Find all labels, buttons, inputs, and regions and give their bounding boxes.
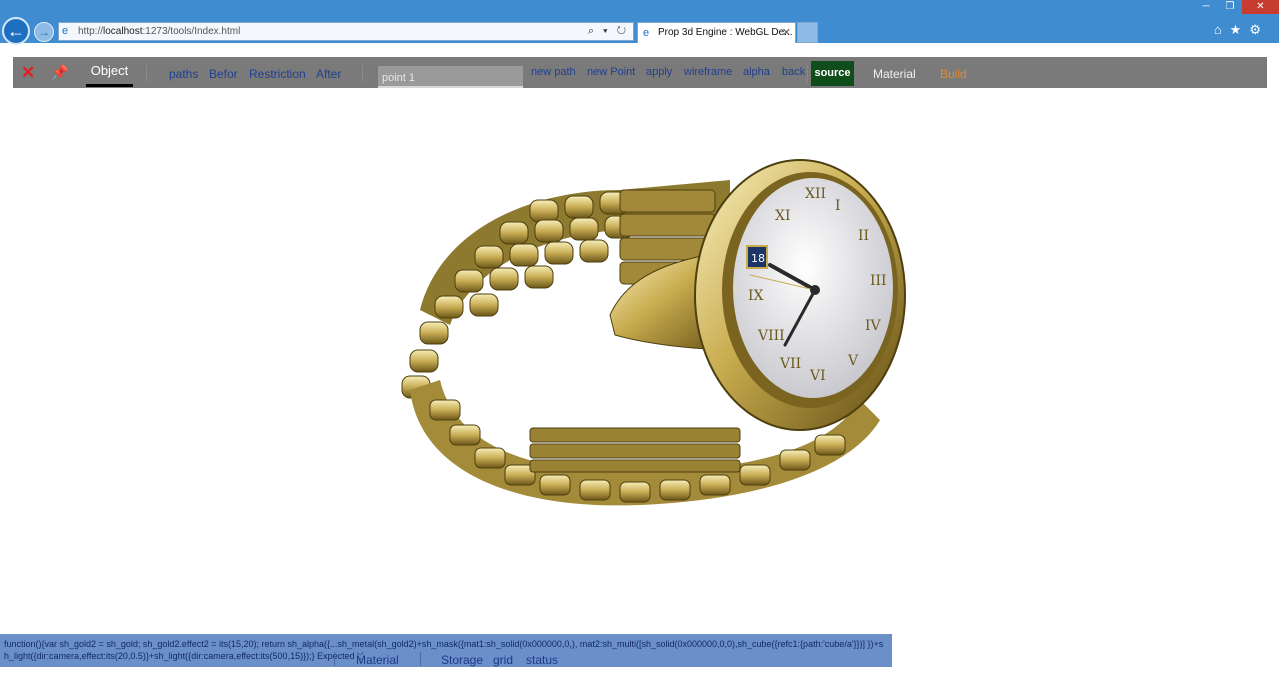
befor-link[interactable]: Befor [209,67,238,81]
pin-icon[interactable]: 📌 [51,64,68,81]
close-icon[interactable]: ✕ [21,63,35,83]
ie-tab-icon: e [643,27,650,39]
minimize-button[interactable]: ─ [1195,0,1217,14]
code-console: function(){var sh_gold2 = sh_gold; sh_go… [0,634,892,667]
svg-text:VIII: VIII [757,328,785,344]
toolbar-divider [807,65,808,82]
date-window-value: 18 [751,252,765,265]
new-path-button[interactable]: new path [531,66,576,78]
alpha-button[interactable]: alpha [743,66,770,78]
editor-toolbar: ✕ 📌 Object paths Befor Restriction After… [13,57,1267,88]
back-button[interactable]: ← [2,17,30,45]
paths-link[interactable]: paths [169,67,198,81]
console-tab-grid[interactable]: grid [493,653,513,667]
after-link[interactable]: After [316,67,341,81]
address-controls[interactable]: ⌕ ▾ ↻ [588,23,629,40]
console-tab-storage[interactable]: Storage [441,653,483,667]
console-divider [420,652,421,666]
home-favorites-tools-icons[interactable]: ⌂★⚙ [1214,22,1269,38]
console-tab-material[interactable]: Material [356,653,399,667]
restriction-link[interactable]: Restriction [249,67,306,81]
svg-text:V: V [847,353,859,369]
forward-button[interactable]: → [34,22,54,42]
svg-text:XI: XI [775,208,791,224]
tab-object[interactable]: Object [86,57,133,87]
material-tab[interactable]: Material [873,67,916,81]
svg-text:II: II [858,228,869,244]
tab-title: Prop 3d Engine : WebGL De... [658,27,793,38]
tab-close-icon[interactable]: ✕ [782,23,791,43]
ie-page-icon: e [62,25,69,37]
source-button[interactable]: source [811,61,854,86]
watch-model: XII I II III IV V VI VII VIII IX X XI 18 [401,159,906,506]
svg-text:IV: IV [865,318,882,334]
svg-text:III: III [870,273,887,289]
toolbar-divider [362,65,363,82]
address-bar[interactable]: e http://localhost:1273/tools/Index.html… [58,22,634,41]
build-tab[interactable]: Build [940,67,967,81]
point-name-input[interactable] [378,66,523,88]
hands-pivot [810,285,820,295]
new-point-button[interactable]: new Point [587,66,635,78]
close-window-button[interactable]: ✕ [1242,0,1279,14]
svg-text:I: I [835,198,841,214]
webgl-viewport[interactable]: XII I II III IV V VI VII VIII IX X XI 18 [380,150,910,530]
browser-chrome: ← → e http://localhost:1273/tools/Index.… [0,0,1279,45]
toolbar-divider [146,65,147,82]
restore-button[interactable]: ❐ [1219,0,1241,14]
wireframe-button[interactable]: wireframe [684,66,732,78]
apply-button[interactable]: apply [646,66,672,78]
new-tab-button[interactable] [797,22,818,43]
svg-text:XII: XII [805,186,826,202]
browser-tab-active[interactable]: e Prop 3d Engine : WebGL De... ✕ [637,22,796,43]
console-tab-status[interactable]: status [526,653,558,667]
svg-text:VII: VII [779,356,801,372]
svg-text:IX: IX [748,288,764,304]
console-divider [334,652,335,666]
svg-text:VI: VI [809,368,826,384]
back-button-toolbar[interactable]: back [782,66,805,78]
address-url: http://localhost:1273/tools/Index.html [78,26,241,37]
